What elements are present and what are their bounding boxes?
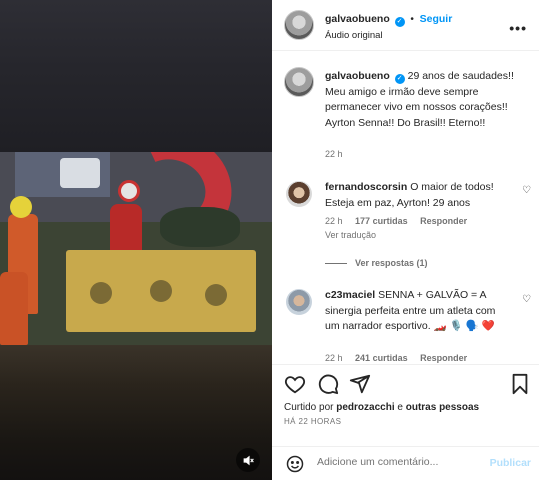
comment-time[interactable]: 22 h	[325, 216, 343, 226]
liked-by-user[interactable]: pedrozacchi	[336, 402, 394, 413]
avatar[interactable]	[286, 181, 312, 207]
more-options-icon[interactable]: •••	[509, 20, 527, 36]
bookmark-icon[interactable]	[509, 373, 531, 395]
post-video[interactable]	[0, 0, 272, 480]
video-blur-bottom	[0, 345, 272, 480]
author-username[interactable]: galvaobueno	[325, 13, 390, 25]
avatar[interactable]	[284, 67, 314, 97]
liked-by-others[interactable]: outras pessoas	[406, 402, 479, 413]
reply-button[interactable]: Responder	[420, 216, 467, 226]
liked-by: Curtido por pedrozacchi e outras pessoas	[284, 402, 480, 413]
translate-link[interactable]: Ver tradução	[325, 230, 376, 240]
caption: galvaobueno ✓ 29 anos de saudades!! Meu …	[325, 69, 525, 131]
verified-badge-icon: ✓	[394, 17, 405, 27]
verified-badge-icon: ✓	[394, 74, 405, 84]
audio-label[interactable]: Áudio original	[325, 30, 383, 41]
comment-likes[interactable]: 177 curtidas	[355, 216, 408, 226]
speaker-muted-icon	[243, 455, 254, 465]
paper-plane-icon[interactable]	[349, 373, 371, 395]
comment-meta: 22 h 241 curtidas Responder	[325, 353, 467, 363]
video-frame[interactable]	[0, 152, 272, 345]
comment-username[interactable]: fernandoscorsin	[325, 181, 407, 193]
view-replies-button[interactable]: Ver respostas (1)	[325, 258, 428, 268]
reply-button[interactable]: Responder	[420, 353, 467, 363]
comment-input[interactable]	[317, 456, 477, 468]
comment-meta: 22 h 177 curtidas Responder	[325, 216, 467, 226]
comment-like-heart-icon[interactable]: ♡	[522, 185, 531, 196]
comment-likes[interactable]: 241 curtidas	[355, 353, 408, 363]
post-actions: Curtido por pedrozacchi e outras pessoas…	[272, 364, 539, 434]
comment-time[interactable]: 22 h	[325, 353, 343, 363]
follow-button[interactable]: Seguir	[420, 13, 453, 25]
post-timestamp[interactable]: HÁ 22 HORAS	[284, 417, 341, 426]
comment: fernandoscorsin O maior de todos! Esteja…	[325, 180, 510, 211]
add-comment-bar: Publicar	[272, 446, 539, 480]
avatar[interactable]	[286, 289, 312, 315]
caption-username[interactable]: galvaobueno	[325, 70, 390, 82]
avatar[interactable]	[284, 10, 314, 40]
emoji-smile-icon[interactable]	[286, 455, 304, 473]
mute-button[interactable]	[236, 448, 260, 472]
heart-icon[interactable]	[284, 373, 306, 395]
comment-like-heart-icon[interactable]: ♡	[522, 294, 531, 305]
comment-bubble-icon[interactable]	[317, 373, 339, 395]
post-sidebar: galvaobueno ✓ • Seguir Áudio original ••…	[272, 0, 539, 480]
caption-time[interactable]: 22 h	[325, 149, 343, 159]
video-blur-top	[0, 0, 272, 152]
post-header: galvaobueno ✓ • Seguir Áudio original ••…	[272, 0, 539, 51]
publish-button[interactable]: Publicar	[490, 457, 531, 469]
comments-list[interactable]: galvaobueno ✓ 29 anos de saudades!! Meu …	[272, 52, 539, 364]
comment: c23maciel SENNA + GALVÃO = A sinergia pe…	[325, 288, 510, 335]
comment-username[interactable]: c23maciel	[325, 289, 375, 301]
